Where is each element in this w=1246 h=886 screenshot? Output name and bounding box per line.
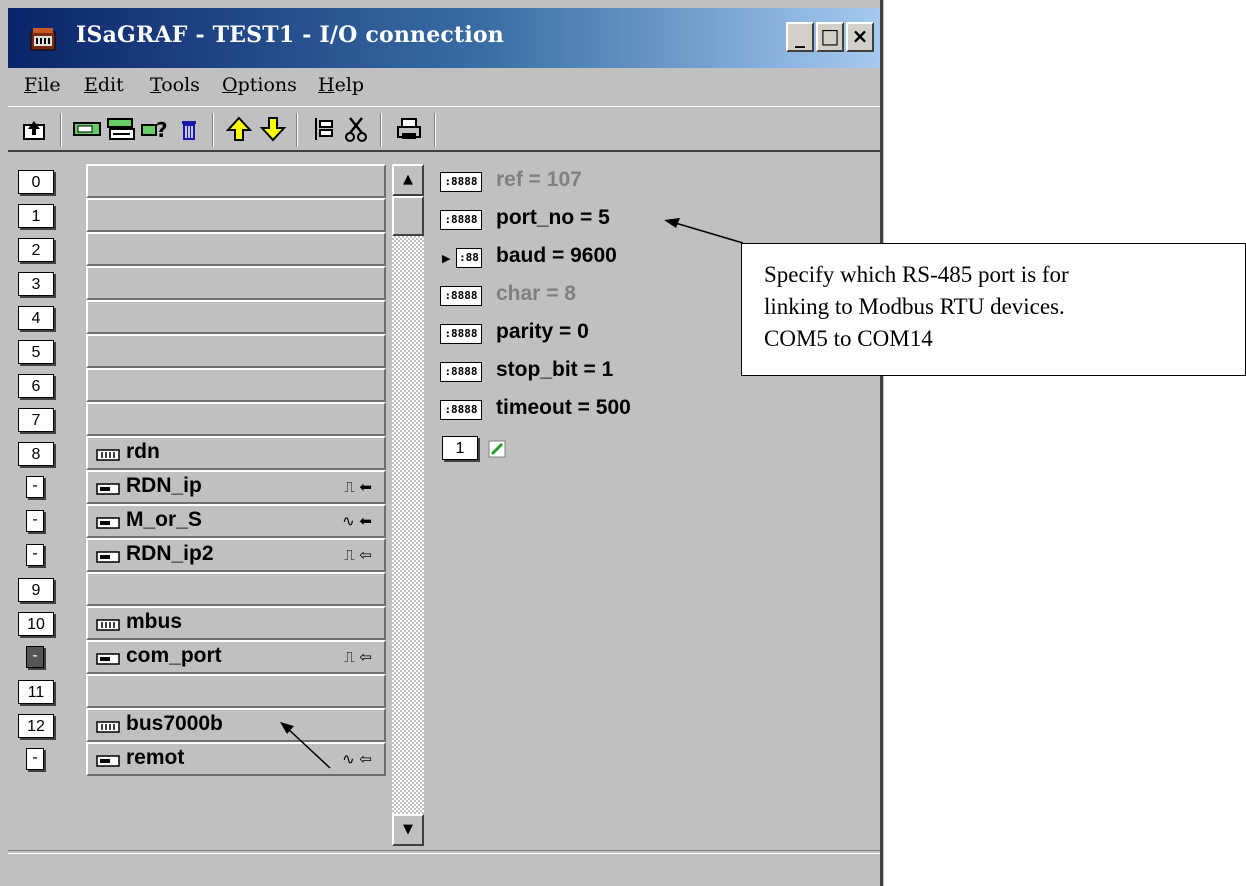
arrow-to-port-no (671, 221, 744, 244)
window-bottom-edge (8, 850, 880, 854)
arrow-to-com-port (285, 726, 331, 769)
arrowhead-port-no (664, 218, 680, 228)
annotation-arrows (280, 218, 744, 769)
